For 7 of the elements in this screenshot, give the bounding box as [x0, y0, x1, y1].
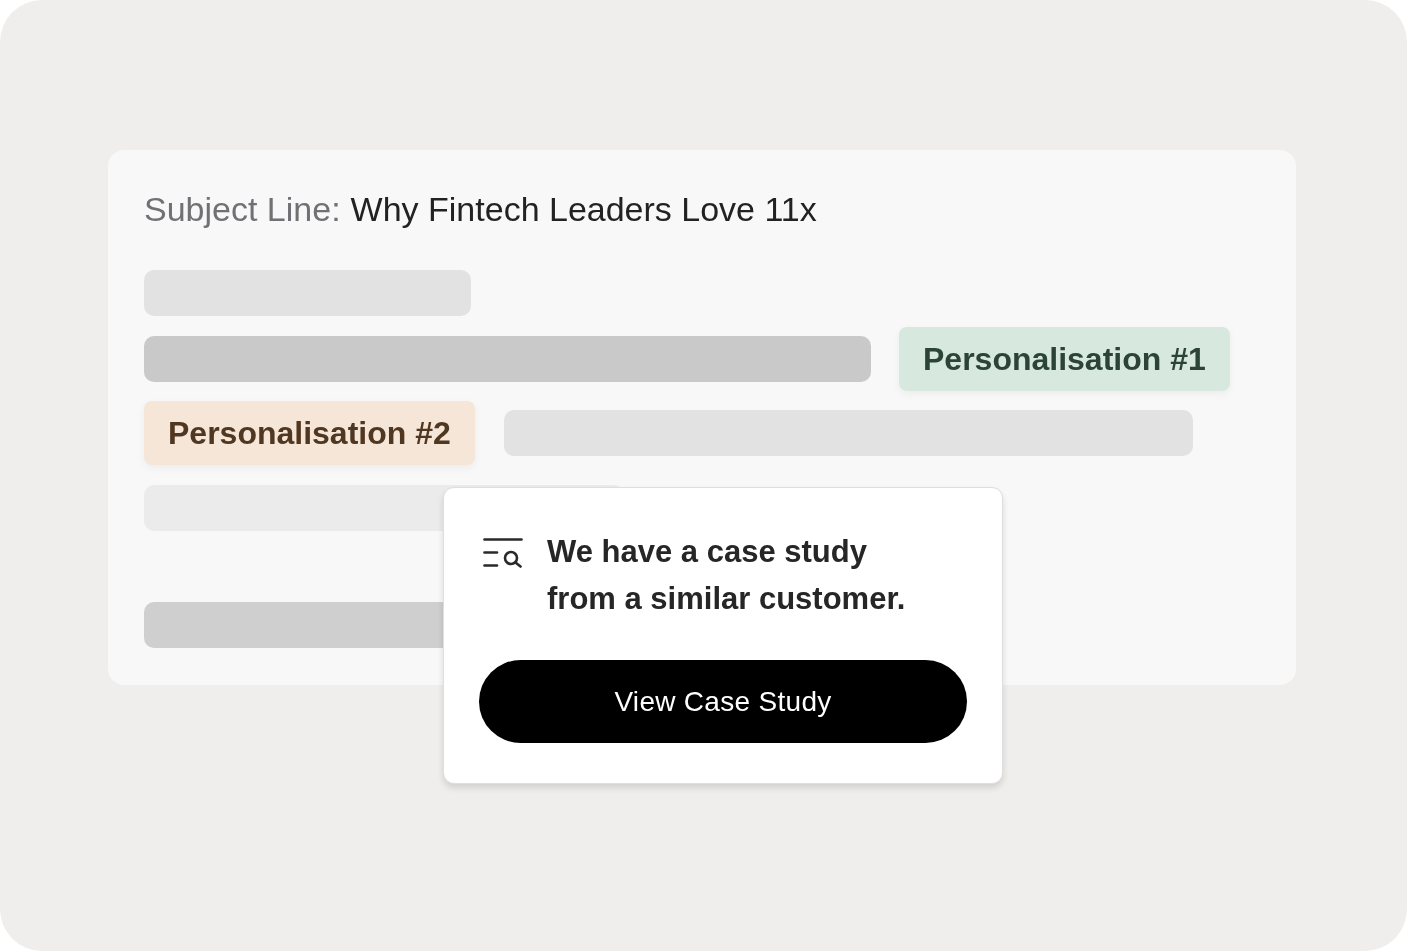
popup-message: We have a case study from a similar customer. [547, 533, 907, 618]
subject-label: Subject Line: [144, 189, 341, 229]
personalisation-tag: Personalisation #2 [144, 401, 475, 465]
case-study-button[interactable]: View Case Study [479, 660, 967, 743]
list-search-icon [483, 538, 523, 568]
subject-text: Why Fintech Leaders Love 11x [350, 189, 817, 229]
personalisation-tag: Personalisation #1 [899, 327, 1230, 391]
